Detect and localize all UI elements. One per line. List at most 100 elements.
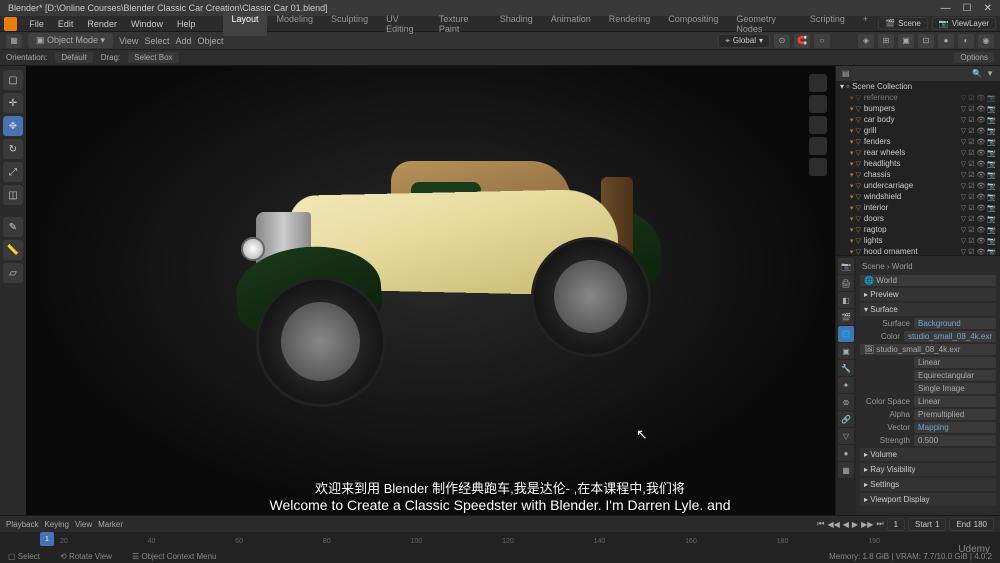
menu-help[interactable]: Help — [171, 19, 202, 29]
add-menu[interactable]: Add — [175, 36, 191, 46]
tool-scale[interactable]: ⤢ — [3, 162, 23, 182]
image-mode[interactable]: Single Image — [914, 383, 996, 394]
image-texture[interactable]: 🖼 studio_small_08_4k.exr — [860, 344, 996, 355]
3d-viewport[interactable]: ↖ — [26, 66, 835, 515]
close-icon[interactable]: ✕ — [984, 3, 992, 14]
jump-start-icon[interactable]: ⏮ — [817, 519, 824, 529]
props-tab-output[interactable]: 🖨 — [838, 275, 854, 291]
outliner-item[interactable]: ▾ ▽reference▽ ☑ 👁 📷 — [836, 92, 1000, 103]
world-datablock[interactable]: 🌐 World — [860, 275, 996, 286]
outliner-item[interactable]: ▾ ▽interior▽ ☑ 👁 📷 — [836, 202, 1000, 213]
zoom-gizmo-icon[interactable] — [809, 95, 827, 113]
tab-geometry-nodes[interactable]: Geometry Nodes — [728, 12, 800, 36]
outliner-scene-collection[interactable]: ▾ ▫Scene Collection — [836, 81, 1000, 92]
jump-end-icon[interactable]: ⏭ — [876, 519, 883, 529]
timeline-track[interactable]: 1 20406080100120140160180190 — [0, 532, 1000, 550]
outliner-item[interactable]: ▾ ▽grill▽ ☑ 👁 📷 — [836, 125, 1000, 136]
frame-current[interactable]: 1 — [887, 518, 905, 531]
tool-rotate[interactable]: ↻ — [3, 139, 23, 159]
nav-gizmo-icon[interactable] — [809, 74, 827, 92]
view-menu[interactable]: View — [119, 36, 138, 46]
props-tab-scene[interactable]: 🎬 — [838, 309, 854, 325]
outliner-item[interactable]: ▾ ▽headlights▽ ☑ 👁 📷 — [836, 158, 1000, 169]
outliner-item[interactable]: ▾ ▽rear wheels▽ ☑ 👁 📷 — [836, 147, 1000, 158]
shading-solid-icon[interactable]: ● — [938, 34, 954, 48]
interp-mode[interactable]: Linear — [914, 357, 996, 368]
tab-compositing[interactable]: Compositing — [660, 12, 726, 36]
section-preview[interactable]: ▸ Preview — [860, 288, 996, 301]
pivot-icon[interactable]: ⊙ — [774, 34, 790, 48]
props-tab-render[interactable]: 📷 — [838, 258, 854, 274]
vector-input[interactable]: Mapping — [914, 422, 996, 433]
shading-wire-icon[interactable]: ⊡ — [918, 34, 934, 48]
section-viewport-display[interactable]: ▸ Viewport Display — [860, 493, 996, 506]
play-icon[interactable]: ▶ — [852, 520, 858, 529]
tool-move[interactable]: ✥ — [3, 116, 23, 136]
tab-uv-editing[interactable]: UV Editing — [378, 12, 429, 36]
drag-value[interactable]: Select Box — [128, 52, 178, 63]
outliner-item[interactable]: ▾ ▽undercarriage▽ ☑ 👁 📷 — [836, 180, 1000, 191]
menu-render[interactable]: Render — [81, 19, 123, 29]
outliner-item[interactable]: ▾ ▽doors▽ ☑ 👁 📷 — [836, 213, 1000, 224]
section-surface[interactable]: ▾ Surface — [860, 303, 996, 316]
props-tab-texture[interactable]: ▦ — [838, 462, 854, 478]
pan-gizmo-icon[interactable] — [809, 116, 827, 134]
outliner-item[interactable]: ▾ ▽chassis▽ ☑ 👁 📷 — [836, 169, 1000, 180]
menu-window[interactable]: Window — [125, 19, 169, 29]
play-rev-icon[interactable]: ◀ — [843, 520, 849, 529]
outliner[interactable]: ▤ 🔍 ▼ ▾ ▫Scene Collection ▾ ▽reference▽ … — [836, 66, 1000, 255]
section-rayvis[interactable]: ▸ Ray Visibility — [860, 463, 996, 476]
proportional-icon[interactable]: ○ — [814, 34, 830, 48]
filter-icon[interactable]: ▤ — [842, 69, 850, 78]
outliner-item[interactable]: ▾ ▽ragtop▽ ☑ 👁 📷 — [836, 224, 1000, 235]
tab-add[interactable]: + — [855, 12, 876, 36]
outliner-item[interactable]: ▾ ▽hood ornament▽ ☑ 👁 📷 — [836, 246, 1000, 255]
minimize-icon[interactable]: — — [941, 3, 951, 14]
tool-transform[interactable]: ◫ — [3, 185, 23, 205]
shading-matprev-icon[interactable]: ◐ — [958, 34, 974, 48]
props-tab-object[interactable]: ▣ — [838, 343, 854, 359]
tool-add[interactable]: ▱ — [3, 263, 23, 283]
select-menu[interactable]: Select — [144, 36, 169, 46]
tab-modeling[interactable]: Modeling — [269, 12, 322, 36]
projection-mode[interactable]: Equirectangular — [914, 370, 996, 381]
frame-end[interactable]: End 180 — [949, 518, 994, 531]
props-tab-modifier[interactable]: 🔧 — [838, 360, 854, 376]
menu-edit[interactable]: Edit — [52, 19, 80, 29]
outliner-item[interactable]: ▾ ▽windshield▽ ☑ 👁 📷 — [836, 191, 1000, 202]
outliner-item[interactable]: ▾ ▽lights▽ ☑ 👁 📷 — [836, 235, 1000, 246]
gizmo-toggle-icon[interactable]: ◈ — [858, 34, 874, 48]
timeline-keying-menu[interactable]: Keying — [44, 520, 68, 529]
props-tab-world[interactable]: 🌐 — [838, 326, 854, 342]
overlay-toggle-icon[interactable]: ⊞ — [878, 34, 894, 48]
props-tab-physics[interactable]: ⊚ — [838, 394, 854, 410]
timeline-playback-menu[interactable]: Playback — [6, 520, 38, 529]
timeline-marker-menu[interactable]: Marker — [98, 520, 123, 529]
outliner-item[interactable]: ▾ ▽fenders▽ ☑ 👁 📷 — [836, 136, 1000, 147]
alpha-mode[interactable]: Premultiplied — [914, 409, 996, 420]
tab-rendering[interactable]: Rendering — [601, 12, 659, 36]
outliner-item[interactable]: ▾ ▽bumpers▽ ☑ 👁 📷 — [836, 103, 1000, 114]
funnel-icon[interactable]: ▼ — [986, 69, 994, 78]
colorspace[interactable]: Linear — [914, 396, 996, 407]
blender-logo-icon[interactable] — [4, 17, 17, 31]
tab-animation[interactable]: Animation — [543, 12, 599, 36]
section-settings[interactable]: ▸ Settings — [860, 478, 996, 491]
menu-file[interactable]: File — [23, 19, 50, 29]
strength-value[interactable]: 0.500 — [914, 435, 996, 446]
section-volume[interactable]: ▸ Volume — [860, 448, 996, 461]
props-tab-material[interactable]: ● — [838, 445, 854, 461]
tool-cursor[interactable]: ✛ — [3, 93, 23, 113]
mode-selector[interactable]: ▣ Object Mode ▾ — [28, 33, 113, 48]
timeline-view-menu[interactable]: View — [75, 520, 92, 529]
props-tab-particle[interactable]: ✦ — [838, 377, 854, 393]
persp-gizmo-icon[interactable] — [809, 158, 827, 176]
editor-type-icon[interactable]: ▦ — [6, 34, 22, 48]
playhead[interactable]: 1 — [40, 532, 54, 546]
orient-value[interactable]: Default — [55, 52, 92, 63]
snap-icon[interactable]: 🧲 — [794, 34, 810, 48]
tab-shading[interactable]: Shading — [492, 12, 541, 36]
next-key-icon[interactable]: ▶▶ — [861, 520, 873, 529]
transform-orientation[interactable]: ⌖ Global ▾ — [718, 34, 770, 48]
tab-scripting[interactable]: Scripting — [802, 12, 853, 36]
